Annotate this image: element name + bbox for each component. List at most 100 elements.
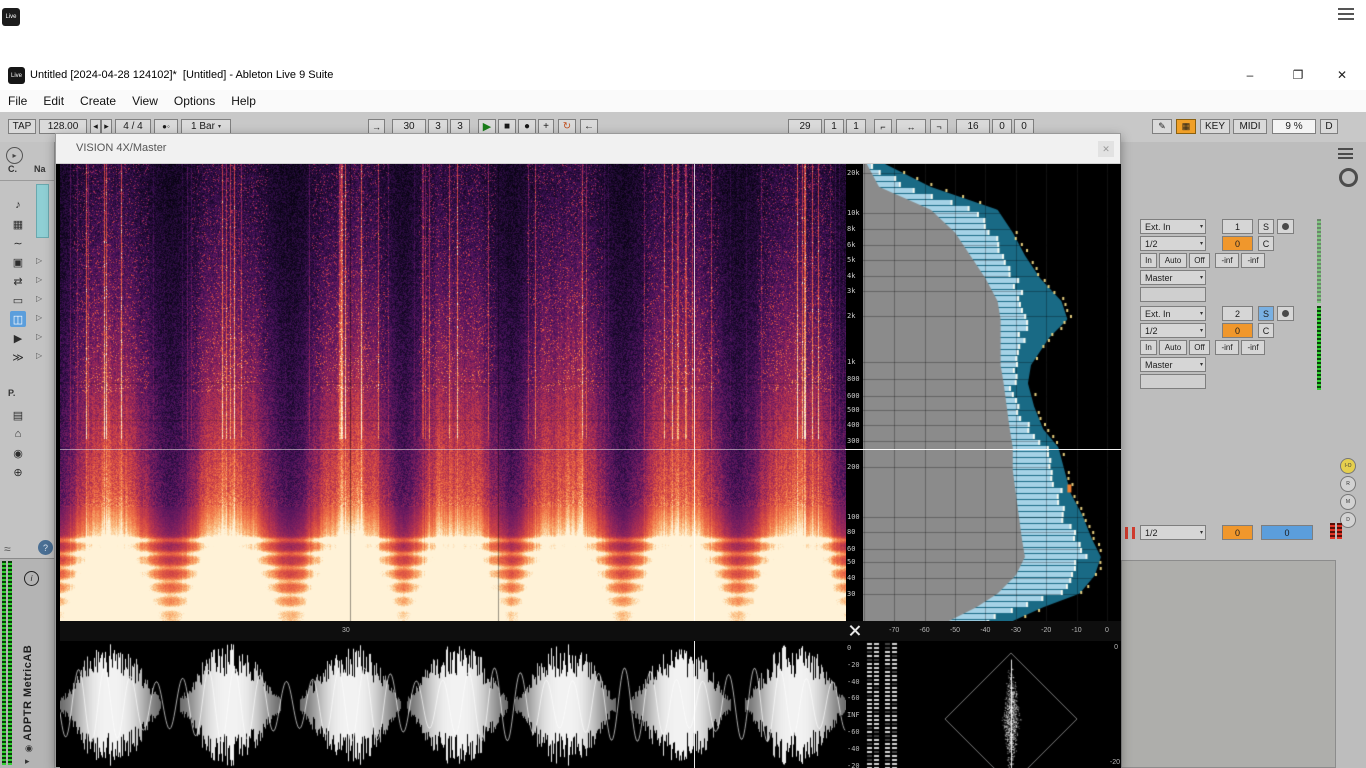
track1-solo-button[interactable]: S <box>1258 219 1274 234</box>
return-send[interactable]: 0 <box>1261 525 1313 540</box>
track2-pan[interactable]: -inf <box>1241 340 1265 355</box>
mixer-toggle-r[interactable]: R <box>1340 476 1356 492</box>
track1-pan[interactable]: -inf <box>1241 253 1265 268</box>
track2-monitor-auto[interactable]: Auto <box>1159 340 1187 355</box>
preview-icon[interactable]: ▸ <box>6 147 23 164</box>
help-icon[interactable]: ? <box>38 540 53 555</box>
punch-in-button[interactable]: ⌐ <box>874 119 892 134</box>
track2-monitor-off[interactable]: Off <box>1189 340 1210 355</box>
position-sixteenths-field[interactable]: 3 <box>450 119 470 134</box>
loop-length-beats-field[interactable]: 0 <box>992 119 1012 134</box>
track2-output-channel[interactable] <box>1140 374 1206 389</box>
tap-tempo-button[interactable]: TAP <box>8 119 36 134</box>
spectrum-analyzer-display[interactable] <box>863 164 1121 621</box>
track2-output[interactable]: Master <box>1140 357 1206 372</box>
browser-category-instruments[interactable]: ∼ <box>0 234 55 253</box>
return-gain[interactable]: 0 <box>1222 525 1253 540</box>
expand-arrow-icon[interactable]: ▷ <box>36 294 42 303</box>
track2-solo-button[interactable]: S <box>1258 306 1274 321</box>
track2-volume[interactable]: -inf <box>1215 340 1239 355</box>
time-signature-field[interactable]: 4 / 4 <box>115 119 151 134</box>
loop-start-bars-field[interactable]: 29 <box>788 119 822 134</box>
position-bars-field[interactable]: 30 <box>392 119 426 134</box>
track1-crossfade[interactable]: C <box>1258 236 1274 251</box>
punch-out-button[interactable]: ¬ <box>930 119 948 134</box>
loop-length-bars-field[interactable]: 16 <box>956 119 990 134</box>
track1-monitor-in[interactable]: In <box>1140 253 1157 268</box>
draw-mode-button[interactable]: ✎ <box>1152 119 1172 134</box>
menu-item-edit[interactable]: Edit <box>43 94 74 108</box>
menu-item-options[interactable]: Options <box>174 94 225 108</box>
loop-start-beats-field[interactable]: 1 <box>824 119 844 134</box>
browser-category-audio-effects[interactable]: ▣ ▷ <box>0 253 55 272</box>
overdub-button[interactable]: + <box>538 119 554 134</box>
follow-button[interactable]: → <box>368 119 385 134</box>
track2-arm-button[interactable] <box>1277 306 1294 321</box>
track1-monitor-off[interactable]: Off <box>1189 253 1210 268</box>
expand-arrow-icon[interactable]: ▷ <box>36 256 42 265</box>
computer-midi-keyboard-button[interactable]: ▦ <box>1176 119 1196 134</box>
device-title[interactable]: ADPTR MetricAB <box>22 591 34 741</box>
track2-crossfade[interactable]: C <box>1258 323 1274 338</box>
expand-arrow-icon[interactable]: ▷ <box>36 313 42 322</box>
browser-category-clips[interactable]: ▶ ▷ <box>0 329 55 348</box>
overview-icon[interactable] <box>1338 148 1353 159</box>
close-button[interactable]: ✕ <box>1326 66 1358 84</box>
device-activator-icon[interactable]: ◉ <box>25 743 33 754</box>
track1-arm-button[interactable] <box>1277 219 1294 234</box>
browser-place-packs[interactable]: ▤ <box>0 406 55 425</box>
tempo-field[interactable]: 128.00 <box>39 119 87 134</box>
expand-arrow-icon[interactable]: ▷ <box>36 275 42 284</box>
track1-monitor-auto[interactable]: Auto <box>1159 253 1187 268</box>
track1-output[interactable]: Master <box>1140 270 1206 285</box>
stop-button[interactable]: ■ <box>498 119 516 134</box>
session-record-icon[interactable] <box>1339 168 1358 187</box>
browser-place-current-project[interactable]: ◉ <box>0 444 55 463</box>
track2-input-type[interactable]: Ext. In <box>1140 306 1206 321</box>
track1-output-channel[interactable] <box>1140 287 1206 302</box>
browser-place-user-library[interactable]: ⌂ <box>0 425 55 444</box>
reenable-automation-button[interactable]: ↻ <box>558 119 576 134</box>
track1-gain[interactable]: 0 <box>1222 236 1253 251</box>
nudge-down-button[interactable]: ◂ <box>90 119 101 134</box>
plugin-titlebar[interactable]: VISION 4X/Master ✕ <box>56 134 1120 164</box>
browser-category-max-for-live[interactable]: ▭ ▷ <box>0 291 55 310</box>
device-expand-icon[interactable]: ▸ <box>25 756 30 767</box>
clip-stop-icon[interactable] <box>1125 527 1135 539</box>
key-map-button[interactable]: KEY <box>1200 119 1230 134</box>
browser-place-add-folder[interactable]: ⊕ <box>0 463 55 482</box>
position-beats-field[interactable]: 3 <box>428 119 448 134</box>
track1-input-channel[interactable]: 1/2 <box>1140 236 1206 251</box>
menu-item-create[interactable]: Create <box>80 94 126 108</box>
expand-arrow-icon[interactable]: ▷ <box>36 351 42 360</box>
menu-item-help[interactable]: Help <box>231 94 266 108</box>
track1-input-type[interactable]: Ext. In <box>1140 219 1206 234</box>
waveform-display[interactable] <box>60 641 846 768</box>
minimize-button[interactable]: – <box>1234 66 1266 84</box>
track2-gain[interactable]: 0 <box>1222 323 1253 338</box>
browser-category-midi-effects[interactable]: ⇄ ▷ <box>0 272 55 291</box>
expand-arrow-icon[interactable]: ▷ <box>36 332 42 341</box>
metronome-button[interactable]: ●◦ <box>154 119 178 134</box>
browser-category-drums[interactable]: ▦ <box>0 215 55 234</box>
loop-button[interactable]: ↔ <box>896 119 926 134</box>
mixer-toggle-i-o[interactable]: I-O <box>1340 458 1356 474</box>
play-button[interactable]: ▶ <box>478 119 496 134</box>
maximize-button[interactable]: ❐ <box>1282 66 1314 84</box>
wave-toggle-icon[interactable]: ≈ <box>4 542 11 556</box>
record-button[interactable]: ● <box>518 119 536 134</box>
expand-icon[interactable] <box>848 624 861 637</box>
menu-item-view[interactable]: View <box>132 94 168 108</box>
track1-volume[interactable]: -inf <box>1215 253 1239 268</box>
browser-category-plug-ins[interactable]: ◫ ▷ <box>0 310 55 329</box>
mixer-toggle-d[interactable]: D <box>1340 512 1356 528</box>
nudge-up-button[interactable]: ▸ <box>101 119 112 134</box>
loop-start-sixteenths-field[interactable]: 1 <box>846 119 866 134</box>
mixer-toggle-m[interactable]: M <box>1340 494 1356 510</box>
return-input-channel[interactable]: 1/2 <box>1140 525 1206 540</box>
spectrogram-display[interactable] <box>60 164 846 621</box>
browser-category-sounds[interactable]: ♪ <box>0 196 55 215</box>
hamburger-icon[interactable] <box>1338 8 1354 20</box>
track2-monitor-in[interactable]: In <box>1140 340 1157 355</box>
plugin-close-button[interactable]: ✕ <box>1098 141 1114 157</box>
